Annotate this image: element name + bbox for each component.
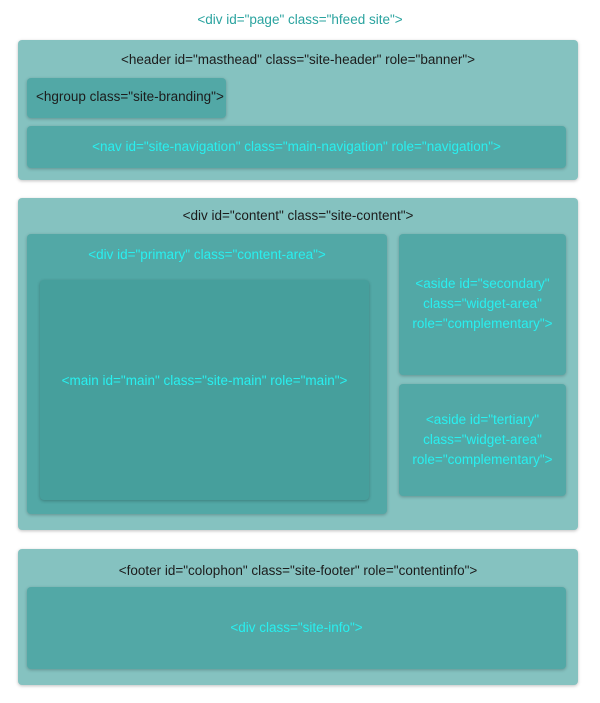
nav-box: <nav id="site-navigation" class="main-na…	[27, 126, 566, 168]
tertiary-label: <aside id="tertiary" class="widget-area"…	[399, 410, 566, 470]
content-box: <div id="content" class="site-content"> …	[18, 198, 578, 530]
header-box: <header id="masthead" class="site-header…	[18, 40, 578, 180]
header-label: <header id="masthead" class="site-header…	[120, 52, 476, 67]
site-info-label: <div class="site-info">	[230, 620, 363, 635]
tertiary-line-3: role="complementary">	[412, 452, 553, 467]
secondary-box: <aside id="secondary" class="widget-area…	[399, 234, 566, 375]
main-box: <main id="main" class="site-main" role="…	[40, 280, 369, 500]
tertiary-box: <aside id="tertiary" class="widget-area"…	[399, 384, 566, 496]
tertiary-line-1: <aside id="tertiary"	[425, 412, 540, 427]
secondary-line-2: class="widget-area"	[423, 296, 542, 311]
main-label: <main id="main" class="site-main" role="…	[61, 373, 348, 388]
page-label: <div id="page" class="hfeed site">	[197, 12, 403, 27]
primary-label: <div id="primary" class="content-area">	[88, 247, 326, 262]
footer-label: <footer id="colophon" class="site-footer…	[118, 563, 478, 578]
content-label: <div id="content" class="site-content">	[182, 208, 414, 223]
primary-box: <div id="primary" class="content-area"> …	[27, 234, 387, 514]
hgroup-box: <hgroup class="site-branding">	[27, 78, 226, 118]
hgroup-label: <hgroup class="site-branding">	[36, 89, 224, 104]
site-info-box: <div class="site-info">	[27, 587, 566, 669]
secondary-line-1: <aside id="secondary"	[415, 276, 550, 291]
secondary-label: <aside id="secondary" class="widget-area…	[399, 274, 566, 334]
tertiary-line-2: class="widget-area"	[423, 432, 542, 447]
secondary-line-3: role="complementary">	[412, 316, 553, 331]
nav-label: <nav id="site-navigation" class="main-na…	[92, 139, 501, 154]
footer-box: <footer id="colophon" class="site-footer…	[18, 549, 578, 685]
